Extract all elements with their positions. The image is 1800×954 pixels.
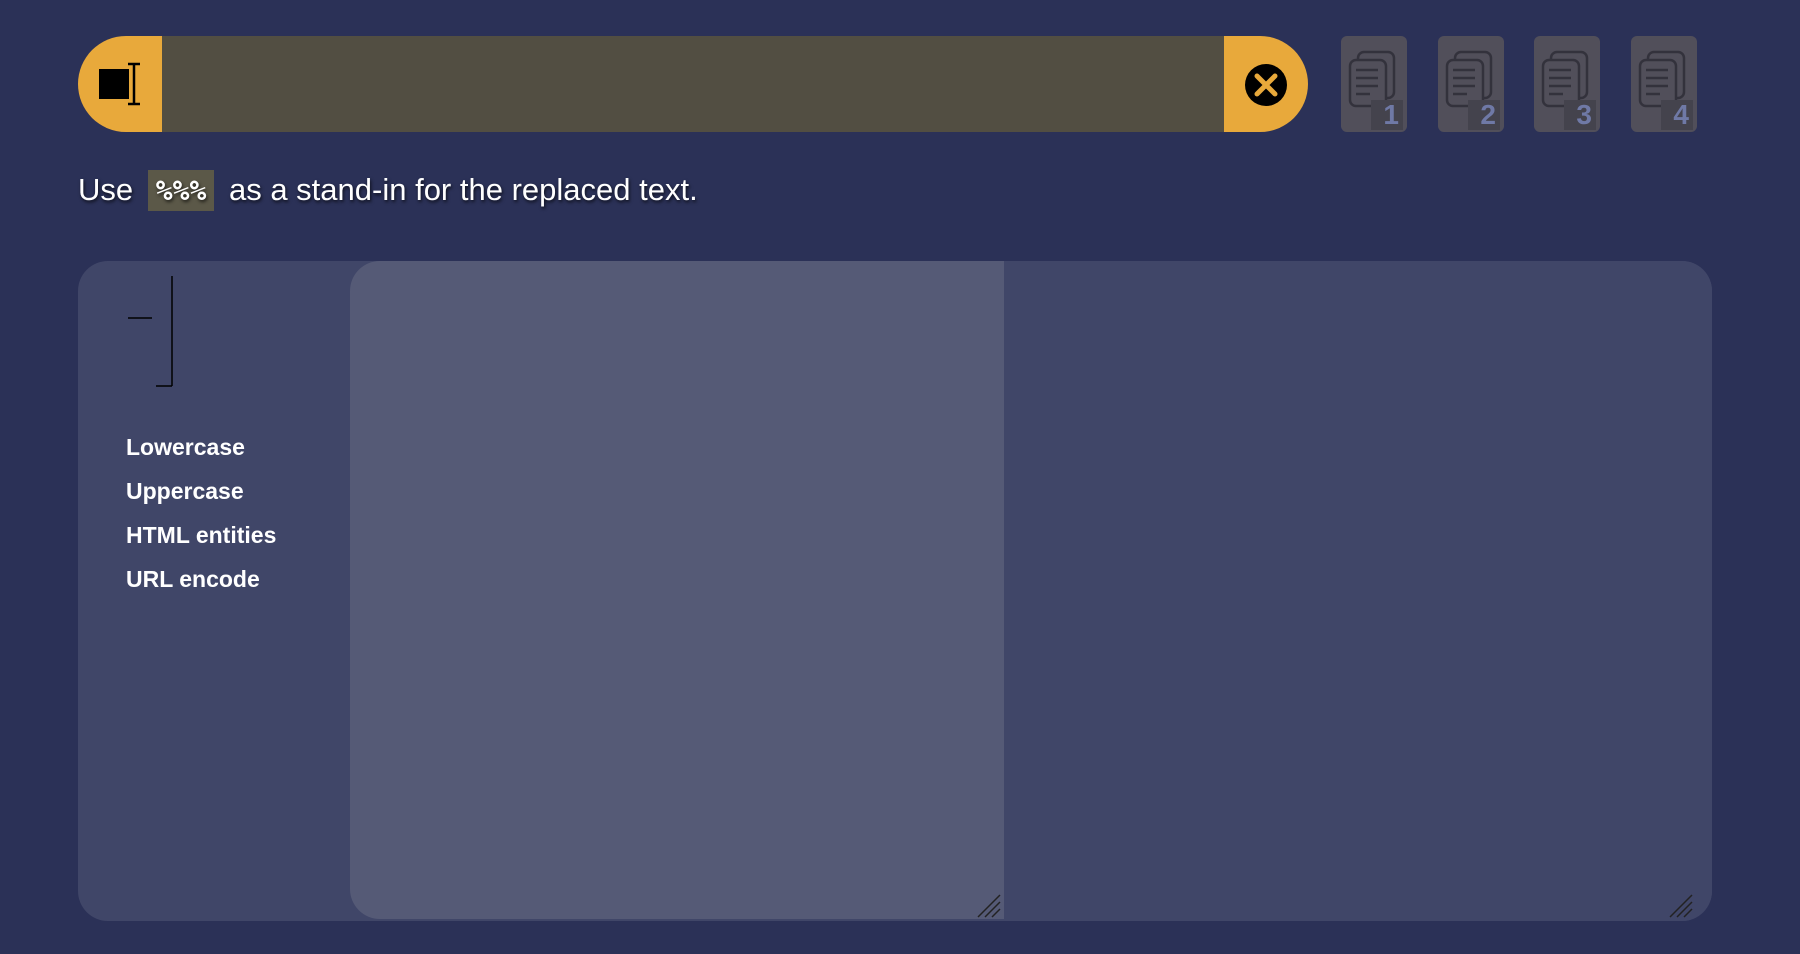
clipboard-slot-number: 2 (1468, 100, 1500, 130)
search-mode-button[interactable] (78, 36, 162, 132)
transform-sidebar: Lowercase Uppercase HTML entities URL en… (78, 261, 350, 921)
placeholder-token: %%% (147, 170, 215, 211)
search-bar (78, 36, 1308, 132)
clipboard-slot-number: 1 (1371, 100, 1403, 130)
search-input[interactable] (162, 36, 1224, 132)
resize-grip-icon[interactable] (1668, 893, 1694, 919)
transform-uppercase[interactable]: Uppercase (126, 469, 276, 513)
output-pane[interactable] (1004, 261, 1712, 921)
clipboard-slot-3-button[interactable]: 3 (1534, 36, 1600, 132)
placeholder-hint: Use %%% as a stand-in for the replaced t… (78, 170, 698, 211)
clipboard-slot-number: 4 (1661, 100, 1693, 130)
bracket-icon (128, 276, 173, 387)
hint-suffix: as a stand-in for the replaced text. (228, 172, 698, 207)
clipboard-slot-1-button[interactable]: 1 (1341, 36, 1407, 132)
clipboard-slot-4-button[interactable]: 4 (1631, 36, 1697, 132)
text-cursor-icon (99, 69, 129, 99)
transform-list: Lowercase Uppercase HTML entities URL en… (126, 425, 276, 601)
resize-grip-icon[interactable] (976, 893, 1002, 919)
hint-prefix: Use (78, 172, 134, 207)
clipboard-slot-number: 3 (1564, 100, 1596, 130)
transform-panel: Lowercase Uppercase HTML entities URL en… (78, 261, 1712, 921)
transform-url-encode[interactable]: URL encode (126, 557, 276, 601)
clipboard-slot-2-button[interactable]: 2 (1438, 36, 1504, 132)
transform-html-entities[interactable]: HTML entities (126, 513, 276, 557)
i-beam-icon (128, 62, 140, 106)
clear-search-button[interactable] (1224, 36, 1308, 132)
transform-lowercase[interactable]: Lowercase (126, 425, 276, 469)
close-circle-icon (1245, 64, 1287, 106)
input-textarea[interactable] (350, 261, 1004, 919)
